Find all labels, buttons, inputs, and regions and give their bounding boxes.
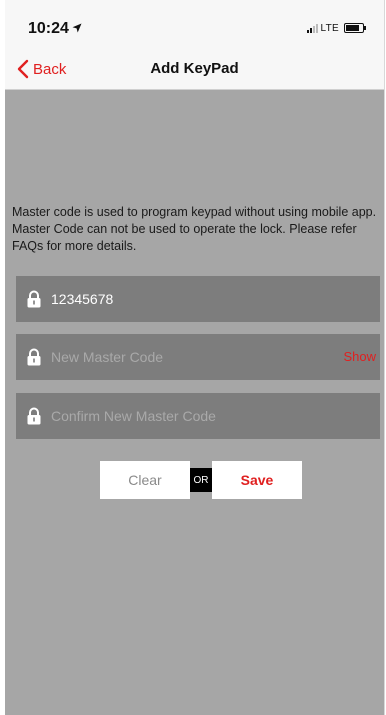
lock-icon	[27, 290, 41, 308]
confirm-master-code-field[interactable]: Confirm New Master Code	[16, 393, 380, 439]
network-label: LTE	[320, 22, 339, 34]
status-indicators: LTE	[306, 22, 366, 34]
signal-icon	[306, 23, 318, 33]
page-title: Add KeyPad	[150, 60, 239, 77]
clear-button[interactable]: Clear	[100, 461, 190, 499]
description-text: Master code is used to program keypad wi…	[12, 205, 377, 253]
lock-icon	[27, 407, 41, 425]
current-master-code-value: 12345678	[51, 291, 114, 307]
save-button[interactable]: Save	[212, 461, 302, 499]
confirm-master-code-placeholder: Confirm New Master Code	[51, 408, 216, 424]
phone-screen: 10:24 LTE Back Add KeyPad Master code is…	[5, 0, 385, 715]
lock-icon	[27, 348, 41, 366]
battery-icon	[344, 23, 366, 33]
navigation-bar: Back Add KeyPad	[5, 48, 384, 90]
location-arrow-icon	[72, 23, 82, 33]
current-master-code-field[interactable]: 12345678	[16, 276, 380, 322]
or-separator: OR	[190, 468, 212, 492]
new-master-code-placeholder: New Master Code	[51, 349, 164, 365]
new-master-code-field[interactable]: New Master Code Show	[16, 334, 380, 380]
status-time: 10:24	[28, 20, 69, 37]
status-bar: 10:24 LTE	[5, 0, 384, 48]
action-buttons: Clear OR Save	[100, 461, 302, 499]
show-password-toggle[interactable]: Show	[343, 349, 376, 364]
content-area: Master code is used to program keypad wi…	[5, 90, 384, 715]
